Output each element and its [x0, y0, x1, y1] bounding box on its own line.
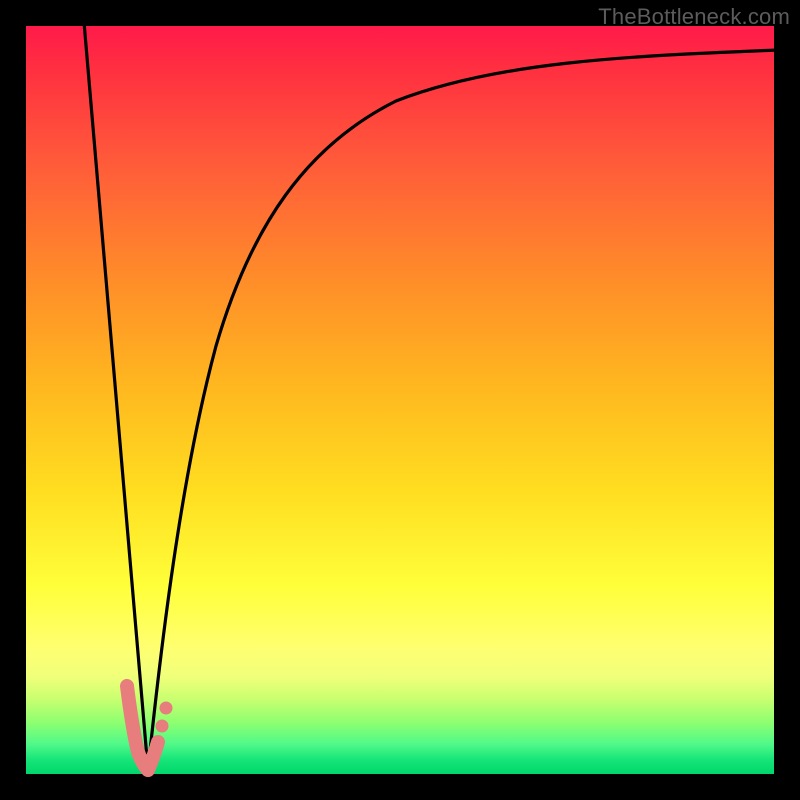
plot-area	[26, 26, 774, 774]
bottleneck-curves	[26, 26, 774, 774]
watermark: TheBottleneck.com	[598, 4, 790, 30]
chart-frame: TheBottleneck.com	[0, 0, 800, 800]
data-markers	[127, 686, 173, 770]
curve-left	[84, 22, 148, 770]
curve-right	[148, 50, 778, 770]
